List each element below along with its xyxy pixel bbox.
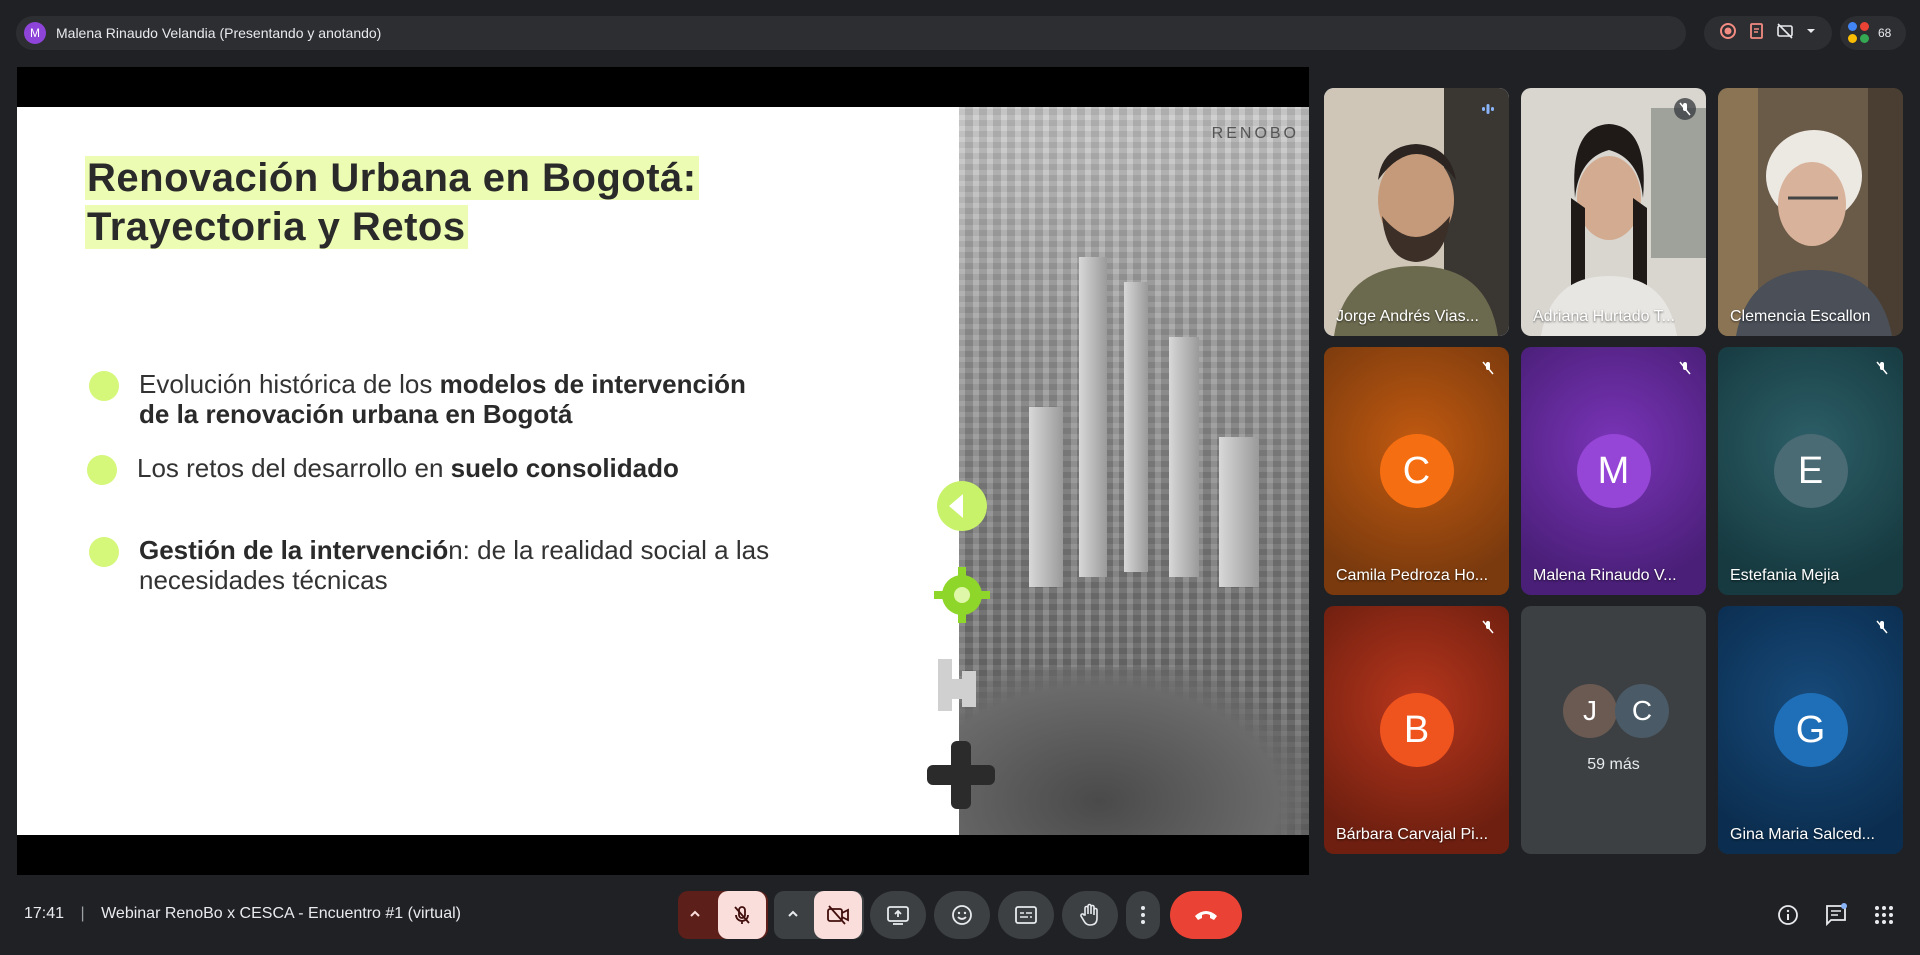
chevron-up-icon[interactable] (688, 907, 702, 926)
video-feed (1718, 88, 1903, 336)
raise-hand-button[interactable] (1062, 891, 1118, 939)
info-icon (1778, 905, 1798, 925)
speaking-indicator-icon (1477, 98, 1499, 120)
slide-title: Renovación Urbana en Bogotá: Trayectoria… (85, 154, 699, 252)
presentation-area: Renovación Urbana en Bogotá: Trayectoria… (17, 67, 1309, 875)
bullet-dot (89, 371, 119, 401)
emoji-icon (952, 905, 972, 925)
participant-count: 68 (1878, 26, 1892, 40)
participants-icon (1848, 22, 1870, 44)
mic-control (678, 891, 768, 939)
mic-off-icon (1477, 357, 1499, 379)
participant-name: Jorge Andrés Vias... (1336, 308, 1479, 325)
participant-avatar: M (1576, 434, 1651, 508)
meeting-title: Webinar RenoBo x CESCA - Encuentro #1 (v… (101, 905, 461, 922)
participant-avatar: J (1563, 684, 1617, 738)
end-call-icon (1195, 911, 1217, 920)
slide: Renovación Urbana en Bogotá: Trayectoria… (17, 107, 1309, 835)
meeting-details-button[interactable] (1772, 899, 1804, 931)
camera-off-icon (827, 905, 849, 925)
participants-button[interactable]: 68 (1840, 16, 1906, 50)
participant-avatar: E (1773, 434, 1848, 508)
participant-tile[interactable]: M Malena Rinaudo V... (1521, 347, 1706, 595)
bullet-dot (87, 455, 117, 485)
mic-off-icon (1871, 357, 1893, 379)
participant-tile[interactable]: Adriana Hurtado T... (1521, 88, 1706, 336)
record-icon[interactable] (1719, 22, 1737, 45)
apps-grid-icon (1875, 906, 1893, 924)
mic-off-icon (1674, 98, 1696, 120)
separator: | (80, 905, 85, 922)
camera-off-button[interactable] (814, 891, 862, 939)
bottom-bar: 17:41 | Webinar RenoBo x CESCA - Encuent… (0, 885, 1920, 945)
chevron-up-icon[interactable] (786, 907, 800, 926)
bullet-item: Los retos del desarrollo en suelo consol… (87, 453, 747, 485)
presenter-bar[interactable]: M Malena Rinaudo Velandia (Presentando y… (16, 16, 1686, 50)
renobo-logo: RENOBO (1211, 125, 1299, 142)
slide-title-line2: Trayectoria y Retos (85, 205, 468, 249)
chevron-down-icon[interactable] (1805, 24, 1817, 42)
participant-avatar: C (1379, 434, 1454, 508)
participant-name: Adriana Hurtado T... (1533, 308, 1676, 325)
puzzle-icon (938, 659, 976, 711)
video-feed (1324, 88, 1509, 336)
participant-name: Bárbara Carvajal Pi... (1336, 826, 1489, 843)
slide-title-line1: Renovación Urbana en Bogotá: (85, 156, 699, 200)
participant-name: Clemencia Escallon (1730, 308, 1871, 325)
more-vert-icon (1141, 906, 1145, 924)
mic-off-icon (1674, 357, 1696, 379)
participant-avatar: C (1615, 684, 1669, 738)
presenter-avatar: M (24, 22, 46, 44)
captions-off-icon[interactable] (1776, 22, 1794, 45)
participant-name: Estefania Mejia (1730, 567, 1840, 584)
mic-off-icon (734, 906, 750, 924)
participant-tile[interactable]: E Estefania Mejia (1718, 347, 1903, 595)
meeting-info: 17:41 | Webinar RenoBo x CESCA - Encuent… (24, 905, 461, 923)
bullet-item: Gestión de la intervención: de la realid… (89, 535, 949, 595)
bullet-item: Evolución histórica de los modelos de in… (89, 369, 749, 429)
mic-off-icon (1477, 616, 1499, 638)
participant-tile[interactable]: Jorge Andrés Vias... (1324, 88, 1509, 336)
participant-name: Gina Maria Salced... (1730, 826, 1875, 843)
bullet-dot (89, 537, 119, 567)
presenter-label: Malena Rinaudo Velandia (Presentando y a… (56, 25, 382, 41)
chat-button[interactable] (1820, 899, 1852, 931)
reactions-button[interactable] (934, 891, 990, 939)
green-gear-icon (934, 567, 990, 623)
more-options-button[interactable] (1126, 891, 1160, 939)
hand-icon (1080, 903, 1098, 926)
captions-icon (1015, 906, 1037, 924)
bullet-bold: Gestión de la intervenció (139, 535, 449, 565)
green-circle-icon (937, 481, 987, 531)
bullet-bold: suelo consolidado (450, 453, 679, 483)
mic-off-button[interactable] (718, 891, 766, 939)
participant-tile[interactable]: B Bárbara Carvajal Pi... (1324, 606, 1509, 854)
city-photo: RENOBO (959, 107, 1309, 835)
bullet-text: Los retos del desarrollo en (137, 453, 451, 483)
participant-tile[interactable]: C Camila Pedroza Ho... (1324, 347, 1509, 595)
chat-icon (1826, 903, 1847, 927)
participant-avatar: G (1773, 693, 1848, 767)
camera-control (774, 891, 864, 939)
plus-icon (927, 741, 995, 809)
participant-name: Malena Rinaudo V... (1533, 567, 1677, 584)
more-participants-tile[interactable]: J C 59 más (1521, 606, 1706, 854)
present-button[interactable] (870, 891, 926, 939)
recording-controls (1704, 16, 1832, 50)
video-feed (1521, 88, 1706, 336)
bullet-text: Evolución histórica de los (139, 369, 440, 399)
clock: 17:41 (24, 905, 65, 922)
mic-off-icon (1871, 616, 1893, 638)
notes-icon[interactable] (1748, 22, 1766, 45)
participant-name: Camila Pedroza Ho... (1336, 567, 1489, 584)
leave-call-button[interactable] (1170, 891, 1242, 939)
participant-tile[interactable]: Clemencia Escallon (1718, 88, 1903, 336)
participant-avatar: B (1379, 693, 1454, 767)
activities-button[interactable] (1868, 899, 1900, 931)
more-count: 59 más (1587, 756, 1640, 773)
participant-tile[interactable]: G Gina Maria Salced... (1718, 606, 1903, 854)
present-screen-icon (887, 906, 909, 925)
captions-button[interactable] (998, 891, 1054, 939)
